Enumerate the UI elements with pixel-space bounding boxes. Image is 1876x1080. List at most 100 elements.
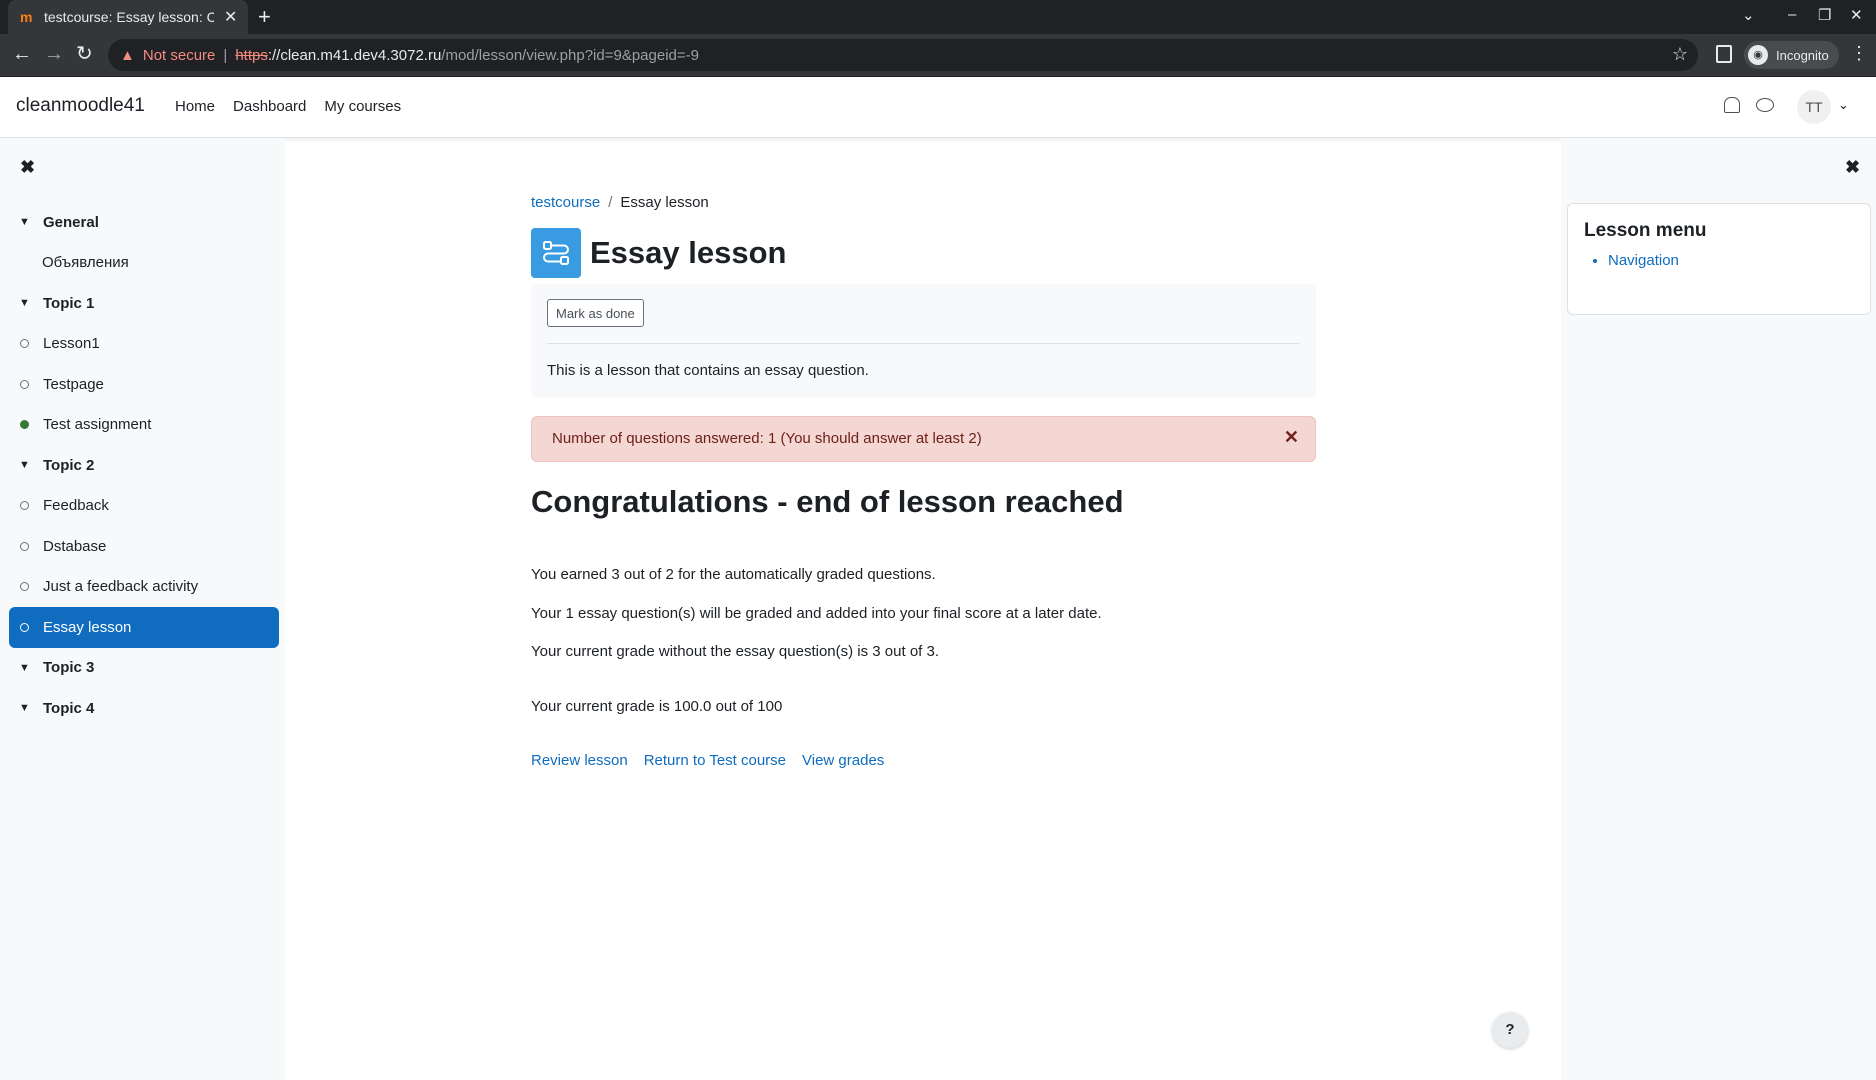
completion-circle-icon: [20, 582, 29, 592]
close-block-drawer-icon[interactable]: ✖: [1845, 157, 1860, 178]
course-index-drawer: ✖ ▼ General Объявления ▼ Topic 1 Lesson1…: [0, 138, 285, 1080]
omnibox-separator: |: [223, 46, 228, 64]
site-brand[interactable]: cleanmoodle41: [16, 95, 145, 117]
alert-message: Number of questions answered: 1 (You sho…: [552, 430, 982, 447]
course-item-dstabase[interactable]: Dstabase: [9, 526, 279, 567]
nav-my-courses[interactable]: My courses: [324, 98, 401, 115]
activity-label: Dstabase: [43, 537, 107, 555]
course-item-just-a-feedback-activity[interactable]: Just a feedback activity: [9, 567, 279, 608]
activity-header: Mark as done This is a lesson that conta…: [531, 284, 1316, 398]
restore-icon[interactable]: ❐: [1818, 6, 1831, 24]
tab-title: testcourse: Essay lesson: Co: [44, 9, 214, 25]
nav-home[interactable]: Home: [175, 98, 215, 115]
view-grades-link[interactable]: View grades: [802, 752, 884, 769]
activity-label: Lesson1: [43, 335, 100, 353]
completion-circle-icon: [20, 622, 29, 632]
current-grade: Your current grade is 100.0 out of 100: [531, 698, 783, 715]
lesson-menu-item-navigation[interactable]: Navigation: [1608, 252, 1679, 269]
completion-circle-icon: [20, 541, 29, 551]
course-section-topic-1[interactable]: ▼ Topic 1: [9, 283, 279, 324]
back-icon[interactable]: ←: [12, 42, 32, 66]
forward-icon[interactable]: →: [44, 42, 64, 66]
completion-circle-icon: [20, 501, 29, 511]
address-bar[interactable]: ▲ Not secure | https://clean.m41.dev4.30…: [108, 39, 1698, 71]
url-path: /mod/lesson/view.php?id=9&pageid=-9: [441, 46, 699, 64]
chevron-down-icon[interactable]: ▼: [19, 662, 31, 674]
tab-close-icon[interactable]: ✕: [224, 7, 237, 27]
close-course-index-icon[interactable]: ✖: [20, 157, 35, 178]
url-scheme: https: [235, 46, 268, 64]
section-label: Topic 3: [43, 659, 95, 677]
chevron-down-icon[interactable]: ▼: [19, 702, 31, 714]
divider: [547, 343, 1300, 344]
course-item-feedback[interactable]: Feedback: [9, 486, 279, 527]
browser-tab[interactable]: m testcourse: Essay lesson: Co ✕: [8, 0, 248, 34]
side-panel-icon[interactable]: [1716, 45, 1732, 63]
section-label: Topic 1: [43, 294, 95, 312]
course-item-lesson1[interactable]: Lesson1: [9, 324, 279, 365]
end-of-lesson-heading: Congratulations - end of lesson reached: [531, 484, 1124, 519]
course-item-test-assignment[interactable]: Test assignment: [9, 405, 279, 446]
breadcrumb-course-link[interactable]: testcourse: [531, 194, 600, 211]
mark-as-done-button[interactable]: Mark as done: [547, 299, 644, 327]
completion-done-icon: [20, 420, 29, 430]
course-section-topic-3[interactable]: ▼ Topic 3: [9, 648, 279, 689]
course-section-general[interactable]: ▼ General: [9, 202, 279, 243]
block-drawer: ✖ Lesson menu Navigation: [1561, 138, 1876, 1080]
course-item-testpage[interactable]: Testpage: [9, 364, 279, 405]
bookmark-star-icon[interactable]: ☆: [1672, 44, 1688, 65]
course-item-essay-lesson[interactable]: Essay lesson: [9, 607, 279, 648]
lesson-menu-block: Lesson menu Navigation: [1567, 203, 1871, 315]
lesson-menu-list: Navigation: [1608, 252, 1679, 269]
course-index: ▼ General Объявления ▼ Topic 1 Lesson1 T…: [9, 202, 279, 729]
notifications-bell-icon[interactable]: [1724, 97, 1740, 113]
primary-navigation: Home Dashboard My courses: [175, 98, 419, 115]
moodle-favicon-icon: m: [20, 9, 33, 25]
user-avatar[interactable]: TT: [1797, 90, 1831, 124]
messages-chat-icon[interactable]: [1756, 98, 1774, 112]
course-section-topic-4[interactable]: ▼ Topic 4: [9, 688, 279, 729]
essay-grading-note: Your 1 essay question(s) will be graded …: [531, 605, 1102, 622]
reload-icon[interactable]: ↻: [76, 42, 93, 66]
incognito-indicator[interactable]: ◉ Incognito: [1744, 41, 1839, 69]
help-button[interactable]: ?: [1492, 1012, 1528, 1048]
chevron-down-icon[interactable]: ▼: [19, 297, 31, 309]
chevron-down-icon[interactable]: ▼: [19, 216, 31, 228]
nav-dashboard[interactable]: Dashboard: [233, 98, 306, 115]
review-lesson-link[interactable]: Review lesson: [531, 752, 628, 769]
completion-circle-icon: [20, 339, 29, 349]
section-label: General: [43, 213, 99, 231]
security-label[interactable]: Not secure: [143, 47, 216, 64]
window-close-icon[interactable]: ✕: [1850, 6, 1863, 24]
minimize-icon[interactable]: –: [1788, 6, 1796, 23]
course-section-topic-2[interactable]: ▼ Topic 2: [9, 445, 279, 486]
lesson-menu-title: Lesson menu: [1584, 220, 1707, 241]
return-to-course-link[interactable]: Return to Test course: [644, 752, 786, 769]
questions-answered-alert: Number of questions answered: 1 (You sho…: [531, 416, 1316, 462]
chevron-down-icon[interactable]: ▼: [19, 459, 31, 471]
dismiss-alert-close-icon[interactable]: ✕: [1284, 427, 1299, 448]
incognito-label: Incognito: [1776, 47, 1829, 63]
auto-graded-result: You earned 3 out of 2 for the automatica…: [531, 566, 936, 583]
end-of-lesson-links: Review lesson Return to Test course View…: [531, 752, 900, 769]
page-title: Essay lesson: [590, 235, 787, 270]
browser-toolbar: ← → ↻ ▲ Not secure | https://clean.m41.d…: [0, 34, 1876, 77]
course-item-announcements[interactable]: Объявления: [9, 243, 279, 284]
activity-label: Just a feedback activity: [43, 578, 199, 596]
browser-menu-icon[interactable]: ⋮: [1850, 43, 1868, 64]
site-navbar: cleanmoodle41 Home Dashboard My courses …: [0, 77, 1876, 138]
new-tab-icon[interactable]: +: [258, 4, 271, 30]
activity-description: This is a lesson that contains an essay …: [547, 362, 869, 379]
tab-search-chevron-icon[interactable]: ⌄: [1742, 6, 1755, 24]
lesson-activity-icon: [531, 228, 581, 278]
grade-without-essay: Your current grade without the essay que…: [531, 643, 940, 660]
activity-label: Feedback: [43, 497, 109, 515]
user-menu-chevron-down-icon[interactable]: ⌄: [1838, 97, 1849, 113]
url-host: ://clean.m41.dev4.3072.ru: [267, 46, 442, 64]
section-label: Topic 4: [43, 699, 95, 717]
completion-circle-icon: [20, 379, 29, 389]
warning-icon: ▲: [120, 46, 135, 64]
activity-label: Test assignment: [43, 416, 152, 434]
activity-label: Объявления: [42, 254, 129, 272]
section-label: Topic 2: [43, 456, 95, 474]
